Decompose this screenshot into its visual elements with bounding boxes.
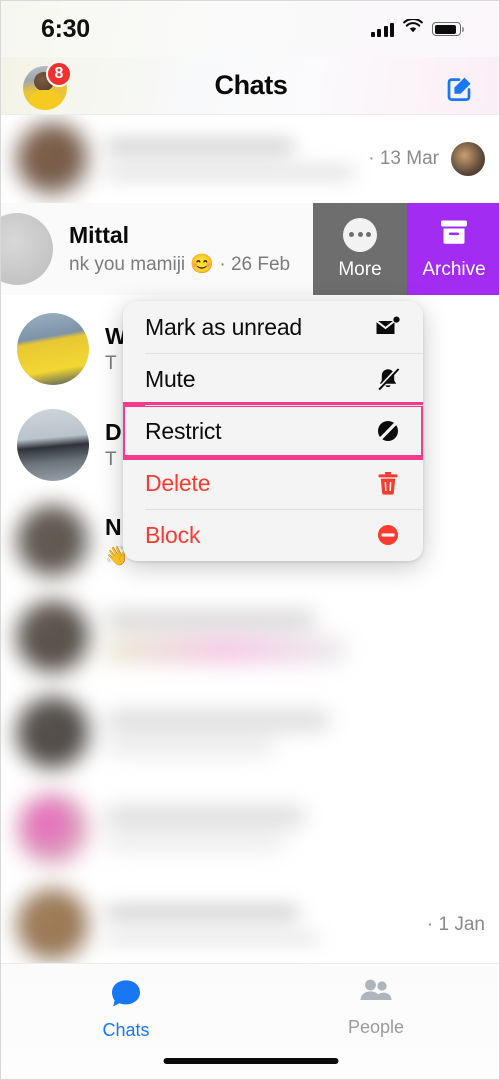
cellular-signal-icon: [370, 22, 394, 37]
swipe-more-button[interactable]: More: [313, 203, 407, 295]
tab-chats-label: Chats: [102, 1020, 150, 1040]
avatar: [17, 409, 89, 481]
status-bar: 6:30: [1, 1, 499, 57]
list-item[interactable]: [1, 589, 499, 685]
status-indicators: [370, 17, 464, 39]
swipe-actions[interactable]: More Archive: [313, 203, 499, 295]
row-text: [89, 905, 419, 945]
avatar: [17, 123, 89, 195]
unread-badge: 8: [46, 61, 72, 87]
menu-item-label: Block: [145, 521, 201, 548]
people-icon: [359, 978, 393, 1011]
wifi-icon: [403, 17, 423, 39]
compose-icon[interactable]: [445, 73, 475, 103]
avatar: [17, 313, 89, 385]
menu-item-delete[interactable]: Delete: [123, 457, 423, 509]
mail-unread-icon: [373, 312, 403, 342]
trash-icon: [373, 468, 403, 498]
context-menu[interactable]: Mark as unread Mute Restrict Delete Bloc…: [123, 301, 423, 561]
archive-box-icon: [438, 217, 470, 252]
avatar: [17, 793, 89, 865]
profile-avatar[interactable]: 8: [23, 61, 72, 110]
row-text: [89, 809, 485, 849]
list-item[interactable]: · 13 Mar: [1, 115, 499, 203]
home-indicator: [163, 1058, 339, 1064]
bell-slash-icon: [373, 364, 403, 394]
row-text: [89, 139, 360, 179]
menu-item-label: Delete: [145, 469, 211, 496]
row-text: [89, 713, 485, 753]
block-icon: [373, 520, 403, 550]
menu-item-restrict[interactable]: Restrict: [123, 402, 423, 460]
menu-item-block[interactable]: Block: [123, 509, 423, 561]
list-item[interactable]: [1, 685, 499, 781]
row-thumbnail: [451, 142, 485, 176]
avatar: [17, 889, 89, 961]
row-text: [89, 611, 485, 663]
app-header: 8 Chats: [1, 57, 499, 115]
swipe-archive-label: Archive: [422, 259, 486, 280]
avatar: [17, 601, 89, 673]
battery-icon: [432, 22, 464, 36]
menu-item-mark-as-unread[interactable]: Mark as unread: [123, 301, 423, 353]
row-timestamp: · 1 Jan: [426, 914, 485, 935]
page-title: Chats: [214, 70, 288, 100]
menu-item-label: Mark as unread: [145, 313, 302, 340]
row-timestamp: · 13 Mar: [368, 148, 439, 169]
avatar: [17, 697, 89, 769]
list-item[interactable]: · 1 Jan: [1, 877, 499, 963]
status-time: 6:30: [41, 14, 90, 43]
chat-bubble-icon: [110, 978, 142, 1014]
tab-people-label: People: [347, 1017, 405, 1037]
menu-item-label: Restrict: [145, 417, 222, 444]
swipe-archive-button[interactable]: Archive: [407, 203, 499, 295]
phone-screen: 6:30 8 Chats · 13 Mar Mittal nk you mami…: [0, 0, 500, 1080]
menu-item-mute[interactable]: Mute: [123, 353, 423, 405]
menu-item-label: Mute: [145, 365, 196, 392]
tab-bar[interactable]: Chats People: [1, 963, 499, 1079]
restrict-slash-icon: [373, 416, 403, 446]
swipe-more-label: More: [338, 258, 382, 280]
more-dots-icon: [343, 217, 377, 252]
avatar: [17, 505, 89, 577]
list-item[interactable]: [1, 781, 499, 877]
avatar: [1, 213, 53, 285]
